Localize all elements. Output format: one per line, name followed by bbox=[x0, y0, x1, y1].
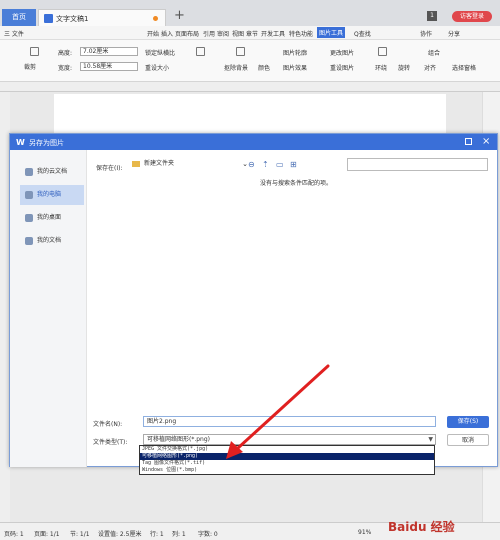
red-arrow-annotation bbox=[226, 364, 330, 459]
arrow-head bbox=[226, 441, 243, 459]
status-pages: 页面: 1/1 bbox=[34, 531, 60, 538]
status-row: 行: 1 bbox=[150, 531, 164, 538]
status-col: 列: 1 bbox=[172, 531, 186, 538]
status-section: 节: 1/1 bbox=[70, 531, 90, 538]
status-page: 页码: 1 bbox=[4, 531, 24, 538]
arrow-shaft bbox=[236, 364, 330, 450]
zoom-level[interactable]: 91% bbox=[358, 529, 371, 536]
status-position: 设置值: 2.5厘米 bbox=[98, 531, 142, 538]
baidu-jingyan-watermark: Baidu 经验 bbox=[388, 520, 455, 534]
status-words: 字数: 0 bbox=[198, 531, 218, 538]
